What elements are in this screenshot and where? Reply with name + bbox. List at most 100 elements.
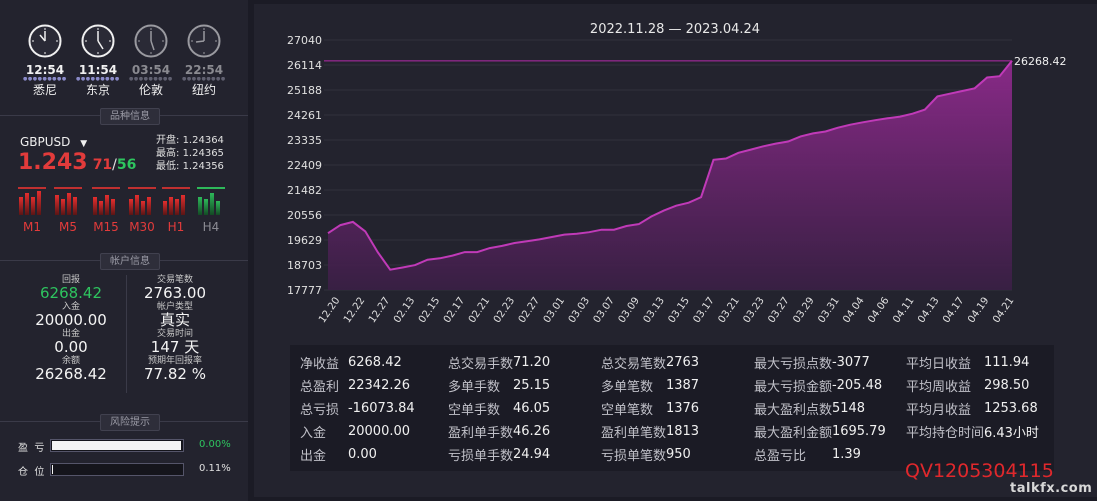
trade-time-value: 147 天 (150, 338, 200, 356)
y-tick-label: 23335 (287, 134, 322, 147)
x-tick-label: 02.17 (442, 295, 467, 325)
stat-label: 出金 (300, 449, 327, 464)
stat-label: 净收益 (300, 357, 340, 372)
signal-bars-h1 (162, 187, 190, 215)
open-value: 1.24364 (182, 135, 224, 146)
low-value: 1.24356 (182, 161, 224, 172)
x-tick-label: 02.21 (467, 295, 492, 325)
signal-bars-m30 (128, 187, 156, 215)
stat-value: 111.94 (983, 355, 1030, 370)
stats-row: 净收益 6268.42 总交易手数 71.20 总交易笔数 2763 最大亏损点数 -3077… (300, 351, 1054, 374)
timeframe-m5[interactable]: M5 (54, 220, 82, 234)
stat-value: 2763 (665, 355, 700, 370)
x-tick-label: 03.17 (691, 295, 716, 325)
position-progress-fill (52, 465, 53, 474)
signal-bars-m5 (54, 187, 82, 215)
x-tick-label: 03.29 (791, 295, 816, 325)
trades-value: 2763.00 (143, 284, 207, 302)
stat-label: 最大盈利点数 (753, 403, 832, 418)
left-panel: 12:54 ●●●●●●●●●● 悉尼 11:54 ●●●●●●●●●● 东京 … (0, 0, 248, 501)
stat-value: 0.00 (347, 447, 377, 462)
x-tick-label: 03.07 (592, 295, 617, 325)
x-tick-label: 12.22 (342, 295, 367, 325)
open-label: 开盘: (156, 135, 180, 146)
x-tick-label: 03.03 (567, 295, 592, 325)
stat-label: 总盈利 (300, 380, 340, 395)
stat-label: 多单手数 (447, 380, 500, 395)
stat-value: 20000.00 (347, 424, 411, 439)
position-label: 仓 位 (18, 467, 45, 478)
y-tick-label: 17777 (287, 284, 322, 297)
x-tick-label: 02.15 (417, 295, 442, 325)
symbol-name: GBPUSD (20, 135, 71, 149)
equity-chart: 2022.11.28 — 2023.04.24 27040 26114 25188 2… (287, 22, 1067, 325)
clock-icon (134, 24, 168, 58)
stat-value: -16073.84 (347, 401, 415, 416)
high-value: 1.24365 (182, 148, 224, 159)
pl-value: 0.00% (199, 439, 231, 450)
stat-label: 多单笔数 (600, 380, 653, 395)
pl-progress-fill (52, 441, 181, 450)
stat-label: 平均持仓时间 (905, 426, 984, 441)
timeframe-m1[interactable]: M1 (18, 220, 46, 234)
x-tick-label: 04.04 (841, 295, 866, 325)
stat-value: -205.48 (831, 378, 883, 393)
stat-value: 1376 (665, 401, 700, 416)
chevron-down-icon: ▼ (80, 139, 88, 149)
symbol-select[interactable]: GBPUSD ▼ (20, 135, 87, 149)
stat-label: 空单笔数 (600, 403, 653, 418)
price-bid: 71 (92, 157, 113, 173)
y-tick-label: 25188 (287, 84, 322, 97)
watermark-text: QV1205304115 (905, 460, 1054, 482)
y-tick-label: 24261 (287, 109, 322, 122)
last-value-label: 26268.42 (1014, 55, 1067, 68)
stat-label: 最大亏损点数 (753, 357, 832, 372)
clock-time: 12:54 (25, 63, 65, 77)
stats-row: 入金 20000.00 盈利单手数 46.26 盈利单笔数 1813 最大盈利金额 1695.… (300, 420, 1054, 443)
x-tick-label: 04.17 (941, 295, 966, 325)
stats-table: 净收益 6268.42 总交易手数 71.20 总交易笔数 2763 最大亏损点数 -3077… (300, 351, 1054, 466)
low-label: 最低: (156, 161, 180, 172)
stats-row: 总亏损 -16073.84 空单手数 46.05 空单笔数 1376 最大盈利点数 5148 平… (300, 397, 1054, 420)
timeframe-h4[interactable]: H4 (197, 220, 225, 234)
clock-icon (28, 24, 62, 58)
x-tick-label: 04.19 (966, 295, 991, 325)
clock-london: 03:54 ●●●●●●●●●● 伦敦 (129, 24, 173, 98)
signal-bars-h4 (197, 187, 225, 215)
stat-label: 平均周收益 (905, 380, 971, 395)
stat-label: 平均月收益 (905, 403, 971, 418)
timeframe-h1[interactable]: H1 (162, 220, 190, 234)
x-tick-label: 03.31 (816, 295, 841, 325)
clock-sydney: 12:54 ●●●●●●●●●● 悉尼 (23, 24, 67, 98)
account-col-left: 回报 6268.42 入金 20000.00 出金 0.00 余额 26268.… (22, 275, 120, 383)
stat-label: 总交易笔数 (600, 357, 666, 372)
x-tick-label: 02.13 (392, 295, 417, 325)
clock-city: 纽约 (191, 83, 216, 97)
return-value: 6268.42 (39, 284, 103, 302)
clock-icon (81, 24, 115, 58)
account-section-title: 帐户信息 (100, 253, 160, 270)
account-col-right: 交易笔数 2763.00 帐户类型 真实 交易时间 147 天 预期年回报率 7… (126, 275, 224, 383)
signal-bars-m1 (18, 187, 46, 215)
stat-value: 22342.26 (347, 378, 411, 393)
clock-newyork: 22:54 ●●●●●●●●●● 纽约 (182, 24, 226, 98)
position-progress-bar (50, 463, 184, 476)
y-tick-label: 21482 (287, 184, 322, 197)
x-tick-label: 12.27 (367, 295, 392, 325)
timeframe-m15[interactable]: M15 (92, 220, 120, 234)
stat-label: 总亏损 (300, 403, 340, 418)
y-tick-label: 20556 (287, 209, 322, 222)
clock-time: 11:54 (78, 63, 118, 77)
stat-value: 6.43小时 (983, 426, 1039, 441)
clock-time: 03:54 (131, 63, 171, 77)
y-tick-label: 26114 (287, 59, 322, 72)
product-section-title: 品种信息 (100, 108, 160, 125)
timeframe-m30[interactable]: M30 (128, 220, 156, 234)
stat-value: 71.20 (512, 355, 551, 370)
balance-value: 26268.42 (35, 365, 107, 383)
price-display: 1.243 71/56 (18, 150, 136, 175)
stat-value: 1.39 (831, 447, 861, 462)
price-main: 1.243 (18, 150, 88, 175)
x-tick-label: 04.13 (916, 295, 941, 325)
x-tick-label: 02.23 (492, 295, 517, 325)
